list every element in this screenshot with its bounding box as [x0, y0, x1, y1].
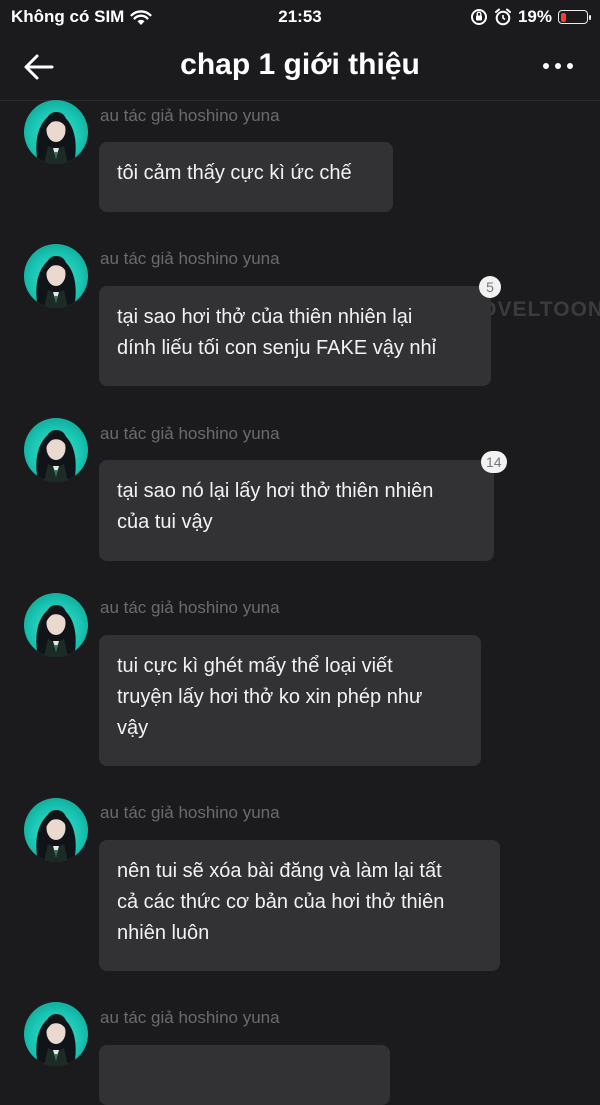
- status-bar: Không có SIM 21:53 19%: [0, 0, 600, 34]
- author-avatar[interactable]: [24, 100, 88, 164]
- battery-percent: 19%: [517, 7, 552, 26]
- status-right: 19%: [470, 7, 591, 27]
- author-name: au tác giả hoshino yuna: [100, 803, 280, 822]
- author-name: au tác giả hoshino yuna: [100, 106, 280, 125]
- message-bubble[interactable]: tại sao hơi thở của thiên nhiên lại dính…: [99, 286, 491, 386]
- page-title: chap 1 giới thiệu: [180, 48, 420, 81]
- author-avatar[interactable]: [24, 244, 88, 308]
- author-name: au tác giả hoshino yuna: [100, 249, 280, 268]
- battery-level: [560, 12, 566, 22]
- nav-bar: chap 1 giới thiệu: [0, 34, 600, 101]
- message-bubble[interactable]: tui cực kì ghét mấy thể loại viết truyện…: [99, 635, 481, 766]
- comment-count-badge[interactable]: 14: [481, 451, 507, 473]
- author-avatar[interactable]: [24, 418, 88, 482]
- author-name: au tác giả hoshino yuna: [100, 1008, 280, 1027]
- comment-count-badge[interactable]: 5: [479, 276, 501, 298]
- author-name: au tác giả hoshino yuna: [100, 424, 280, 443]
- orientation-lock-icon: [470, 9, 487, 25]
- alarm-icon: [494, 8, 511, 26]
- more-options-icon[interactable]: [540, 54, 576, 78]
- message-bubble[interactable]: tại sao nó lại lấy hơi thở thiên nhiên c…: [99, 460, 494, 561]
- author-name: au tác giả hoshino yuna: [100, 598, 280, 617]
- author-avatar[interactable]: [24, 593, 88, 657]
- author-avatar[interactable]: [24, 1002, 88, 1066]
- message-bubble[interactable]: tôi cảm thấy cực kì ức chế: [99, 142, 393, 212]
- author-avatar[interactable]: [24, 798, 88, 862]
- message-bubble[interactable]: [99, 1045, 390, 1105]
- battery-icon: [558, 10, 591, 24]
- message-bubble[interactable]: nên tui sẽ xóa bài đăng và làm lại tất c…: [99, 840, 500, 971]
